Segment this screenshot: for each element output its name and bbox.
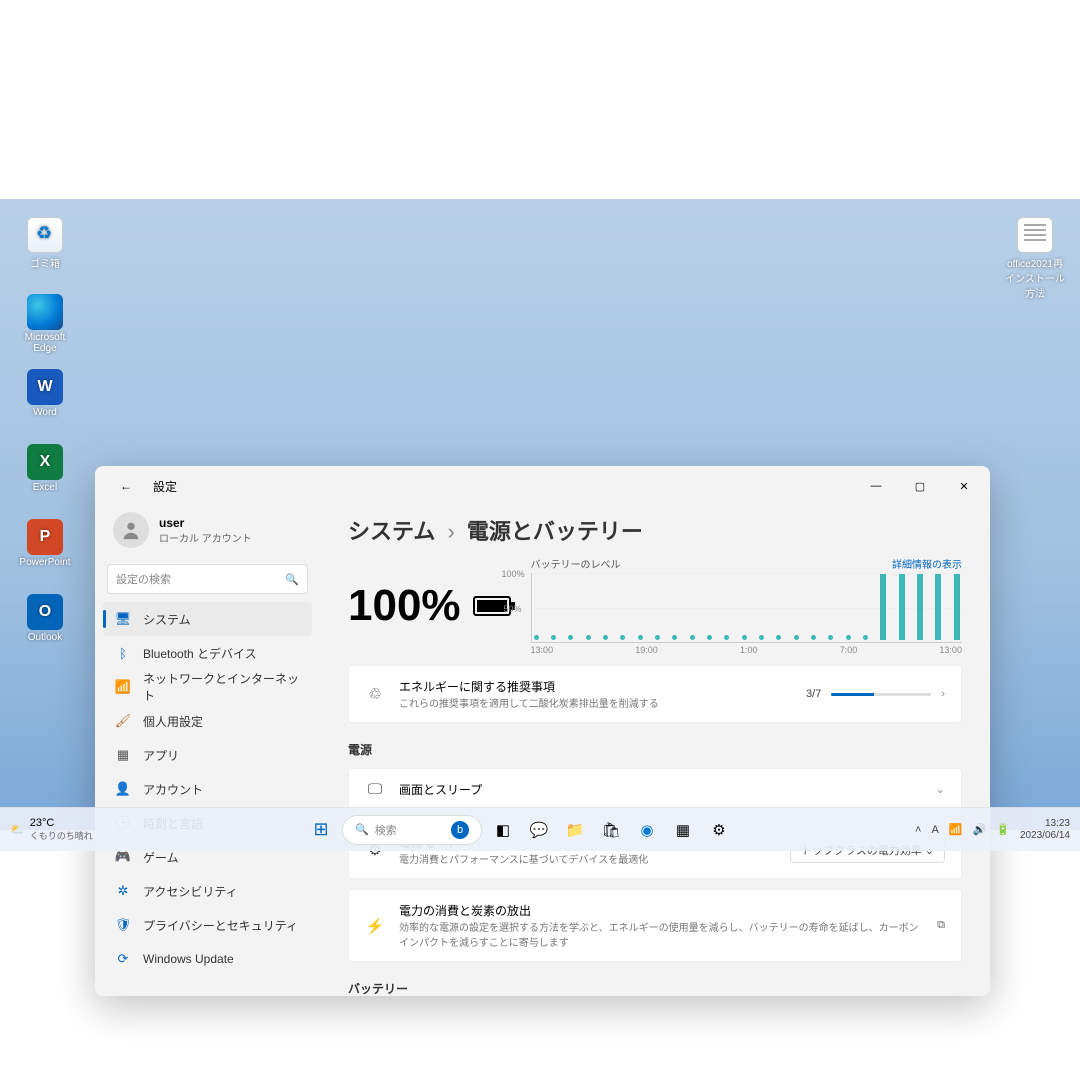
card-screen-sleep[interactable]: 🖵 画面とスリープ ⌄ (348, 768, 962, 811)
minimize-button[interactable]: — (854, 466, 898, 506)
window-title: 設定 (153, 478, 177, 495)
chart-detail-link[interactable]: 詳細情報の表示 (892, 556, 962, 571)
nav-label: Bluetooth とデバイス (143, 645, 257, 662)
taskbar-weather[interactable]: ⛅ 23°Cくもりのち晴れ (10, 817, 160, 842)
sidebar-item-0[interactable]: 🖥 システム (103, 602, 312, 636)
nav-icon: 👤 (115, 781, 131, 797)
nav-label: 個人用設定 (143, 713, 203, 730)
monitor-icon: 🖵 (365, 781, 385, 798)
chevron-right-icon: › (941, 688, 945, 700)
nav-icon: ᛒ (115, 645, 131, 661)
desktop-icon-word[interactable]: WWord (15, 369, 75, 418)
search-icon: 🔍 (355, 823, 369, 836)
user-name: user (159, 516, 252, 530)
taskbar-clock[interactable]: 13:232023/06/14 (1020, 818, 1070, 842)
sidebar-item-8[interactable]: ✲ アクセシビリティ (103, 874, 312, 908)
nav-label: アクセシビリティ (143, 883, 238, 900)
taskbar: ⛅ 23°Cくもりのち晴れ ⊞ 🔍検索 b ◧ 💬 📁 🛍 ◉ ▦ ⚙ ˄ A … (0, 807, 1080, 851)
desktop-icon-excel[interactable]: XExcel (15, 444, 75, 493)
sidebar-item-5[interactable]: 👤 アカウント (103, 772, 312, 806)
ime-icon[interactable]: A (931, 824, 938, 836)
desktop-icon-outlook[interactable]: OOutlook (15, 594, 75, 643)
bing-icon: b (451, 821, 469, 839)
battery-tray-icon[interactable]: 🔋 (996, 823, 1010, 836)
nav-icon: 🎮 (115, 849, 131, 865)
tray-chevron-icon[interactable]: ˄ (915, 824, 921, 836)
nav-label: プライバシーとセキュリティ (143, 917, 298, 934)
leaf-icon: ♲ (365, 685, 385, 703)
chevron-down-icon: ⌄ (936, 783, 945, 796)
desktop-wallpaper: ゴミ箱 Microsoft Edge WWord XExcel PPowerPo… (0, 199, 1080, 830)
nav-label: ゲーム (143, 849, 179, 866)
breadcrumb: システム › 電源とバッテリー (348, 514, 962, 546)
search-input[interactable]: 設定の検索 🔍 (107, 564, 308, 594)
weather-icon: ⛅ (10, 823, 24, 836)
nav-icon: ▦ (115, 747, 131, 763)
wifi-icon[interactable]: 📶 (949, 823, 963, 836)
sidebar-item-10[interactable]: ⟳ Windows Update (103, 942, 312, 976)
breadcrumb-root[interactable]: システム (348, 519, 435, 544)
energy-icon: ⚡ (365, 917, 385, 935)
system-tray[interactable]: ˄ A 📶 🔊 🔋 13:232023/06/14 (880, 818, 1070, 842)
app-button[interactable]: ▦ (668, 815, 698, 845)
sidebar-item-1[interactable]: ᛒ Bluetooth とデバイス (103, 636, 312, 670)
energy-count: 3/7 (806, 688, 821, 700)
search-icon: 🔍 (285, 573, 299, 586)
task-view-button[interactable]: ◧ (488, 815, 518, 845)
sidebar: user ローカル アカウント 設定の検索 🔍 🖥 システム ᛒ Bluetooth … (95, 506, 320, 996)
nav-label: アカウント (143, 781, 203, 798)
chat-button[interactable]: 💬 (524, 815, 554, 845)
volume-icon[interactable]: 🔊 (973, 823, 987, 836)
start-button[interactable]: ⊞ (306, 815, 336, 845)
nav-label: アプリ (143, 747, 179, 764)
back-button[interactable]: ← (111, 471, 141, 501)
nav-label: システム (143, 611, 191, 628)
desktop-icon-powerpoint[interactable]: PPowerPoint (15, 519, 75, 568)
battery-percentage: 100% (348, 556, 511, 655)
search-placeholder: 設定の検索 (116, 571, 285, 587)
nav-label: ネットワークとインターネット (143, 670, 300, 704)
card-energy-recommendations[interactable]: ♲ エネルギーに関する推奨事項これらの推奨事項を適用して二酸化炭素排出量を削減す… (348, 665, 962, 723)
maximize-button[interactable]: ▢ (898, 466, 942, 506)
edge-button[interactable]: ◉ (632, 815, 662, 845)
sidebar-item-4[interactable]: ▦ アプリ (103, 738, 312, 772)
store-button[interactable]: 🛍 (596, 815, 626, 845)
desktop-icon-edge[interactable]: Microsoft Edge (15, 294, 75, 354)
titlebar: ← 設定 — ▢ ✕ (95, 466, 990, 506)
nav-label: Windows Update (143, 952, 234, 966)
energy-progress (831, 693, 931, 696)
user-profile[interactable]: user ローカル アカウント (103, 506, 312, 562)
settings-window: ← 設定 — ▢ ✕ user ローカル アカウント 設定の検索 🔍 (95, 466, 990, 996)
nav-icon: ✲ (115, 883, 131, 899)
breadcrumb-page: 電源とバッテリー (467, 519, 643, 544)
user-subtitle: ローカル アカウント (159, 530, 252, 545)
nav-icon: 🖌 (115, 713, 131, 729)
desktop-icon-textfile[interactable]: office2021再インストール方法 (1005, 217, 1065, 300)
sidebar-item-3[interactable]: 🖌 個人用設定 (103, 704, 312, 738)
explorer-button[interactable]: 📁 (560, 815, 590, 845)
card-carbon[interactable]: ⚡ 電力の消費と炭素の放出効率的な電源の設定を選択する方法を学ぶと、エネルギーの… (348, 889, 962, 962)
desktop-icon-recycle-bin[interactable]: ゴミ箱 (15, 217, 75, 270)
section-header-battery: バッテリー (348, 980, 962, 996)
breadcrumb-sep: › (447, 519, 454, 544)
nav-icon: 🖥 (115, 611, 131, 627)
sidebar-item-9[interactable]: 🛡 プライバシーとセキュリティ (103, 908, 312, 942)
taskbar-search[interactable]: 🔍検索 b (342, 815, 482, 845)
nav-icon: ⟳ (115, 951, 131, 967)
chart-title: バッテリーのレベル (531, 556, 621, 571)
settings-button[interactable]: ⚙ (704, 815, 734, 845)
external-link-icon: ⧉ (937, 919, 945, 932)
close-button[interactable]: ✕ (942, 466, 986, 506)
back-icon: ← (120, 479, 132, 493)
nav-icon: 🛡 (115, 917, 131, 933)
main-content: システム › 電源とバッテリー 100% バッテリーのレベル 詳細情報の表示 (320, 506, 990, 996)
section-header-power: 電源 (348, 741, 962, 758)
chart-xaxis: 13:0019:00 1:007:00 13:00 (531, 645, 962, 655)
sidebar-item-2[interactable]: 📶 ネットワークとインターネット (103, 670, 312, 704)
battery-chart: バッテリーのレベル 詳細情報の表示 100% 50% 13:0019:00 1:… (531, 556, 962, 655)
avatar (113, 512, 149, 548)
nav-icon: 📶 (115, 679, 131, 695)
